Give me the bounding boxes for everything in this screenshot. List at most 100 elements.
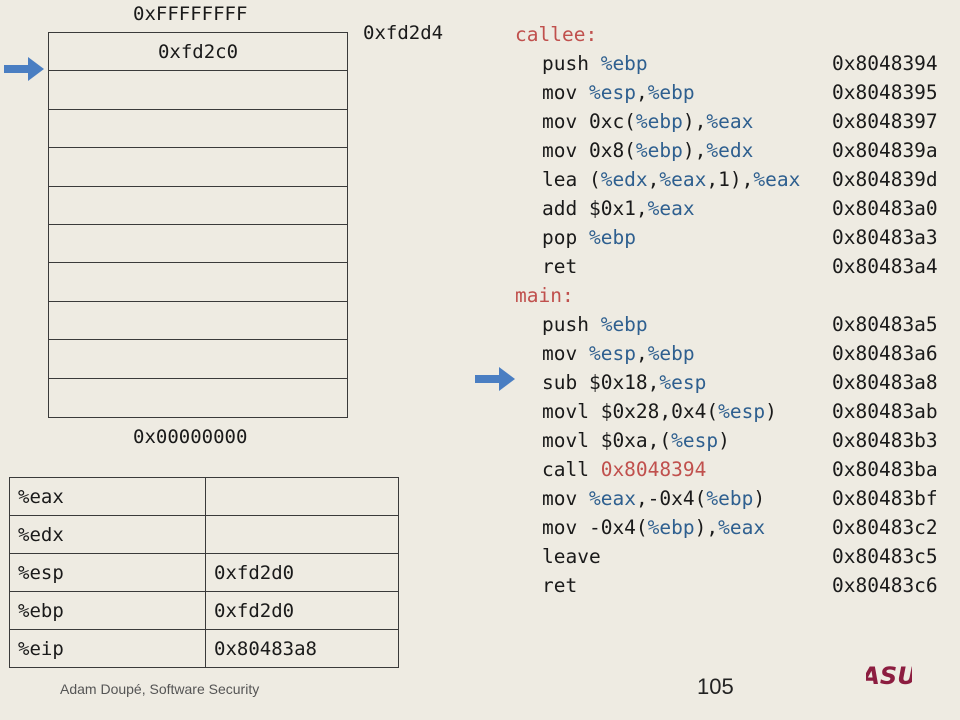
instruction-token: sub $0x18, [542,371,660,394]
page-number: 105 [697,674,734,699]
register-token: %eax [718,516,766,539]
instruction-text: leave [542,542,601,571]
instruction-token: , [635,342,648,365]
register-name: %eax [9,477,206,516]
register-token: %ebp [600,52,648,75]
register-token: %esp [671,429,719,452]
register-value: 0xfd2d0 [205,553,399,592]
instruction-line: leave 0x80483c5 [515,542,960,571]
instruction-line: mov %esp,%ebp 0x8048395 [515,78,960,107]
function-label-text: main: [515,284,574,307]
register-token: %ebp [647,342,695,365]
stack-bottom-address: 0x00000000 [133,426,248,448]
function-label-text: callee: [515,23,598,46]
register-token: %ebp [647,516,695,539]
instruction-address: 0x80483a6 [832,342,938,365]
instruction-token: push [542,313,601,336]
stack-cell [49,187,347,225]
function-label: callee: [515,20,960,49]
instruction-line: push %ebp 0x8048394 [515,49,960,78]
register-token: %eax [647,197,695,220]
call-target-token: 0x8048394 [600,458,707,481]
instruction-token: ), [682,139,707,162]
instruction-text: call 0x8048394 [542,455,706,484]
instruction-text: mov %eax,-0x4(%ebp) [542,484,765,513]
register-token: %eax [706,110,754,133]
register-token: %esp [588,81,636,104]
instruction-address: 0x804839a [832,139,938,162]
instruction-text: ret [542,252,577,281]
register-row: %eax [9,477,399,516]
instruction-token: ) [718,429,730,452]
assembly-listing: callee: push %ebp 0x8048394 mov %esp,%ebp 0x… [515,20,960,600]
instruction-token: , [635,81,648,104]
register-row: %esp 0xfd2d0 [9,553,399,592]
instruction-line: mov -0x4(%ebp),%eax 0x80483c2 [515,513,960,542]
register-name: %edx [9,515,206,554]
instruction-token: movl $0xa,( [542,429,672,452]
stack-cell: 0xfd2c0 [49,33,347,72]
instruction-address: 0x80483c2 [832,516,938,539]
instruction-line: movl $0xa,(%esp) 0x80483b3 [515,426,960,455]
instruction-text: movl $0xa,(%esp) [542,426,730,455]
instruction-address: 0x80483a4 [832,255,938,278]
instruction-line: push %ebp 0x80483a5 [515,310,960,339]
instruction-address: 0x80483ab [832,400,938,423]
instruction-line: mov 0x8(%ebp),%edx 0x804839a [515,136,960,165]
instruction-token: push [542,52,601,75]
instruction-token: mov 0xc( [542,110,636,133]
instruction-address: 0x80483a3 [832,226,938,249]
register-token: %edx [706,139,754,162]
instruction-token: leave [542,545,601,568]
instruction-text: mov %esp,%ebp [542,339,695,368]
instruction-token: mov [542,81,589,104]
instruction-line: pop %ebp 0x80483a3 [515,223,960,252]
instruction-line: ret 0x80483a4 [515,252,960,281]
svg-text:ASU: ASU [866,662,912,688]
stack-cell [49,225,347,264]
instruction-token: call [542,458,601,481]
instruction-token: pop [542,226,589,249]
instruction-address: 0x8048394 [832,52,938,75]
stack-cell [49,110,347,149]
instruction-token: mov [542,342,589,365]
register-token: %edx [600,168,648,191]
register-token: %eax [659,168,707,191]
instruction-token: ret [542,574,578,597]
instruction-text: movl $0x28,0x4(%esp) [542,397,777,426]
instruction-address: 0x80483a8 [832,371,938,394]
instruction-token: movl $0x28,0x4( [542,400,719,423]
instruction-text: mov %esp,%ebp [542,78,695,107]
register-token: %ebp [706,487,754,510]
instruction-address: 0x80483ba [832,458,938,481]
instruction-text: pop %ebp [542,223,636,252]
register-token: %eax [588,487,636,510]
function-label: main: [515,281,960,310]
instruction-token: ) [765,400,777,423]
register-token: %esp [659,371,707,394]
instruction-address: 0x8048397 [832,110,938,133]
register-name: %eip [9,629,206,668]
instruction-text: ret [542,571,577,600]
instruction-token: lea ( [542,168,601,191]
stack-cell [49,263,347,302]
instruction-token: ), [682,110,707,133]
register-row: %ebp 0xfd2d0 [9,591,399,630]
stack-cell [49,340,347,379]
current-instruction-line: sub $0x18,%esp 0x80483a8 [515,368,960,397]
register-token: %ebp [647,81,695,104]
instruction-line: mov %eax,-0x4(%ebp) 0x80483bf [515,484,960,513]
register-table: %eax %edx %esp 0xfd2d0 %ebp 0xfd2d0 %eip 0x8048… [9,477,399,668]
register-value [205,515,399,554]
register-token: %esp [718,400,766,423]
instruction-address: 0x804839d [832,168,938,191]
register-token: %ebp [635,139,683,162]
current-instruction-arrow-icon [475,367,515,391]
instruction-line: lea (%edx,%eax,1),%eax 0x804839d [515,165,960,194]
instruction-address: 0x80483c5 [832,545,938,568]
register-row: %edx [9,515,399,554]
instruction-token: ), [694,516,719,539]
instruction-text: mov -0x4(%ebp),%eax [542,513,765,542]
footer-author: Adam Doupé, Software Security [60,681,260,697]
instruction-text: mov 0xc(%ebp),%eax [542,107,753,136]
